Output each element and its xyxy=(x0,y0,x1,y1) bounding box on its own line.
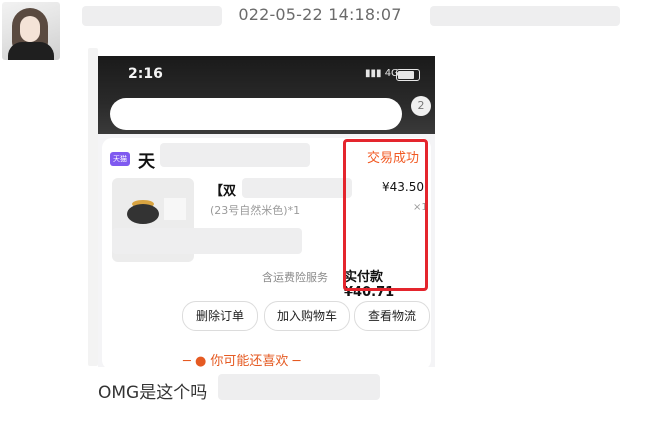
blurred-product-title xyxy=(242,178,352,198)
chat-message: OMG是这个吗 xyxy=(98,383,208,403)
product-bottle xyxy=(127,204,159,224)
product-label xyxy=(164,198,186,220)
tmall-icon: 天猫 xyxy=(110,152,130,166)
phone-status-bar: 2:16 ▮▮▮ 4G 2 xyxy=(98,56,435,134)
product-title[interactable]: 【双 xyxy=(210,180,236,199)
avatar-body xyxy=(8,42,54,60)
blurred-header xyxy=(430,6,620,26)
search-bar[interactable] xyxy=(110,98,402,130)
chat-timestamp: 022-05-22 14:18:07 xyxy=(238,5,402,24)
message-bubble-edge xyxy=(88,48,98,366)
shop-name[interactable]: 天 xyxy=(138,147,155,172)
status-time: 2:16 xyxy=(128,66,163,82)
avatar[interactable] xyxy=(2,2,60,60)
delete-order-button[interactable]: 删除订单 xyxy=(182,301,258,331)
message-badge-icon[interactable]: 2 xyxy=(411,96,431,116)
shipping-insurance-note: 含运费险服务 xyxy=(262,271,328,284)
battery-icon xyxy=(396,69,420,81)
add-to-cart-button[interactable]: 加入购物车 xyxy=(264,301,350,331)
product-spec: (23号自然米色)*1 xyxy=(210,204,301,217)
network-indicator: ▮▮▮ 4G xyxy=(365,68,399,79)
blurred-message xyxy=(218,374,380,400)
blurred-product-detail xyxy=(112,228,302,254)
view-logistics-button[interactable]: 查看物流 xyxy=(354,301,430,331)
highlight-box xyxy=(343,139,428,291)
blurred-shop-name xyxy=(160,143,310,167)
recommend-divider: ─ ● 你可能还喜欢 ─ xyxy=(183,354,301,367)
avatar-face xyxy=(20,16,40,42)
